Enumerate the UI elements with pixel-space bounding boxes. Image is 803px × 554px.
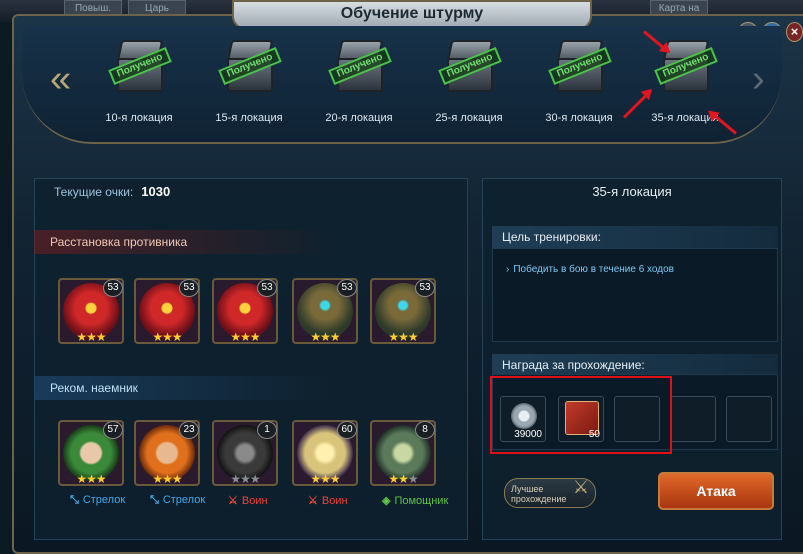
next-location-button[interactable]: › (752, 60, 765, 98)
reward-slot-empty (670, 396, 716, 442)
star-rating: ★★★ (152, 472, 182, 486)
goal-item: › Победить в бою в течение 6 ходов (506, 264, 674, 275)
level-badge: 53 (103, 279, 123, 297)
role-label: Воин (241, 495, 268, 507)
sword-icon: ⚔ (228, 495, 238, 507)
merc-unit[interactable]: 8 ★★★ (370, 420, 436, 486)
level-badge: 57 (103, 421, 123, 439)
role-label: Стрелок (162, 494, 206, 506)
sword-icon: ⚔ (308, 495, 318, 507)
star-rating: ★★★ (310, 472, 340, 486)
merc-unit[interactable]: 57 ★★★ (58, 420, 124, 486)
star-rating: ★★★ (388, 330, 418, 344)
enemy-unit[interactable]: 53 ★★★ (58, 278, 124, 344)
role-label: Воин (321, 495, 348, 507)
selected-location-title: 35-я локация (592, 184, 672, 199)
star-rating: ★★★ (230, 330, 260, 344)
annotation-highlight (490, 376, 672, 454)
close-icon[interactable]: × (786, 22, 803, 42)
merc-role: ◈ Помощник (382, 494, 448, 507)
level-badge: 53 (179, 279, 199, 297)
location-label: 10-я локация (105, 112, 173, 124)
star-rating: ★★★ (76, 330, 106, 344)
bow-icon: ⤡ (70, 494, 79, 506)
star-rating: ★★★ (310, 330, 340, 344)
support-icon: ◈ (382, 495, 391, 507)
star-rating: ★★★ (388, 472, 418, 486)
chevron-right-icon: › (506, 264, 510, 275)
merc-unit[interactable]: 23 ★★★ (134, 420, 200, 486)
star-rating: ★★★ (76, 472, 106, 486)
chest-icon: Получено (101, 36, 177, 100)
enemy-unit[interactable]: 53 ★★★ (134, 278, 200, 344)
level-badge: 8 (415, 421, 435, 439)
chest-icon: Получено (431, 36, 507, 100)
reward-slot-empty (726, 396, 772, 442)
level-badge: 53 (337, 279, 357, 297)
merc-unit[interactable]: 60 ★★★ (292, 420, 358, 486)
chest-icon: Получено (321, 36, 397, 100)
level-badge: 53 (257, 279, 277, 297)
goal-header: Цель тренировки: (492, 226, 778, 248)
level-badge: 60 (337, 421, 357, 439)
best-run-button[interactable]: Лучшее прохождение ⚔ (504, 478, 596, 508)
score-row: Текущие очки: 1030 (54, 184, 170, 199)
attack-button[interactable]: Атака (658, 472, 774, 510)
best-run-label: Лучшее прохождение (511, 484, 567, 504)
recommended-mercs-header: Реком. наемник (34, 376, 334, 400)
chest-icon: Получено (541, 36, 617, 100)
enemy-unit[interactable]: 53 ★★★ (370, 278, 436, 344)
sword-icon: ⚔ (572, 477, 589, 497)
merc-unit[interactable]: 1 ★★★ (212, 420, 278, 486)
enemy-unit[interactable]: 53 ★★★ (292, 278, 358, 344)
score-value: 1030 (141, 184, 171, 199)
merc-role: ⚔ Воин (228, 494, 268, 507)
merc-role: ⚔ Воин (308, 494, 348, 507)
location-10[interactable]: Получено 10-я локация (94, 36, 184, 124)
location-25[interactable]: Получено 25-я локация (424, 36, 514, 124)
score-label: Текущие очки: (54, 185, 134, 199)
enemy-unit[interactable]: 53 ★★★ (212, 278, 278, 344)
location-label: 30-я локация (545, 112, 613, 124)
star-rating: ★★★ (152, 330, 182, 344)
location-label: 20-я локация (325, 112, 393, 124)
location-label: 25-я локация (435, 112, 503, 124)
location-20[interactable]: Получено 20-я локация (314, 36, 404, 124)
chest-icon: Получено (211, 36, 287, 100)
goal-box (492, 248, 778, 342)
reward-header: Награда за прохождение: (492, 354, 778, 376)
enemy-lineup-header: Расстановка противника (34, 230, 334, 254)
bow-icon: ⤡ (150, 494, 159, 506)
merc-role: ⤡ Стрелок (150, 494, 205, 507)
prev-location-button[interactable]: « (50, 60, 71, 98)
merc-role: ⤡ Стрелок (70, 494, 125, 507)
goal-text: Победить в бою в течение 6 ходов (513, 264, 674, 275)
role-label: Помощник (394, 495, 449, 507)
location-30[interactable]: Получено 30-я локация (534, 36, 624, 124)
level-badge: 23 (179, 421, 199, 439)
location-label: 15-я локация (215, 112, 283, 124)
level-badge: 1 (257, 421, 277, 439)
star-rating: ★★★ (230, 472, 260, 486)
level-badge: 53 (415, 279, 435, 297)
role-label: Стрелок (82, 494, 126, 506)
location-15[interactable]: Получено 15-я локация (204, 36, 294, 124)
